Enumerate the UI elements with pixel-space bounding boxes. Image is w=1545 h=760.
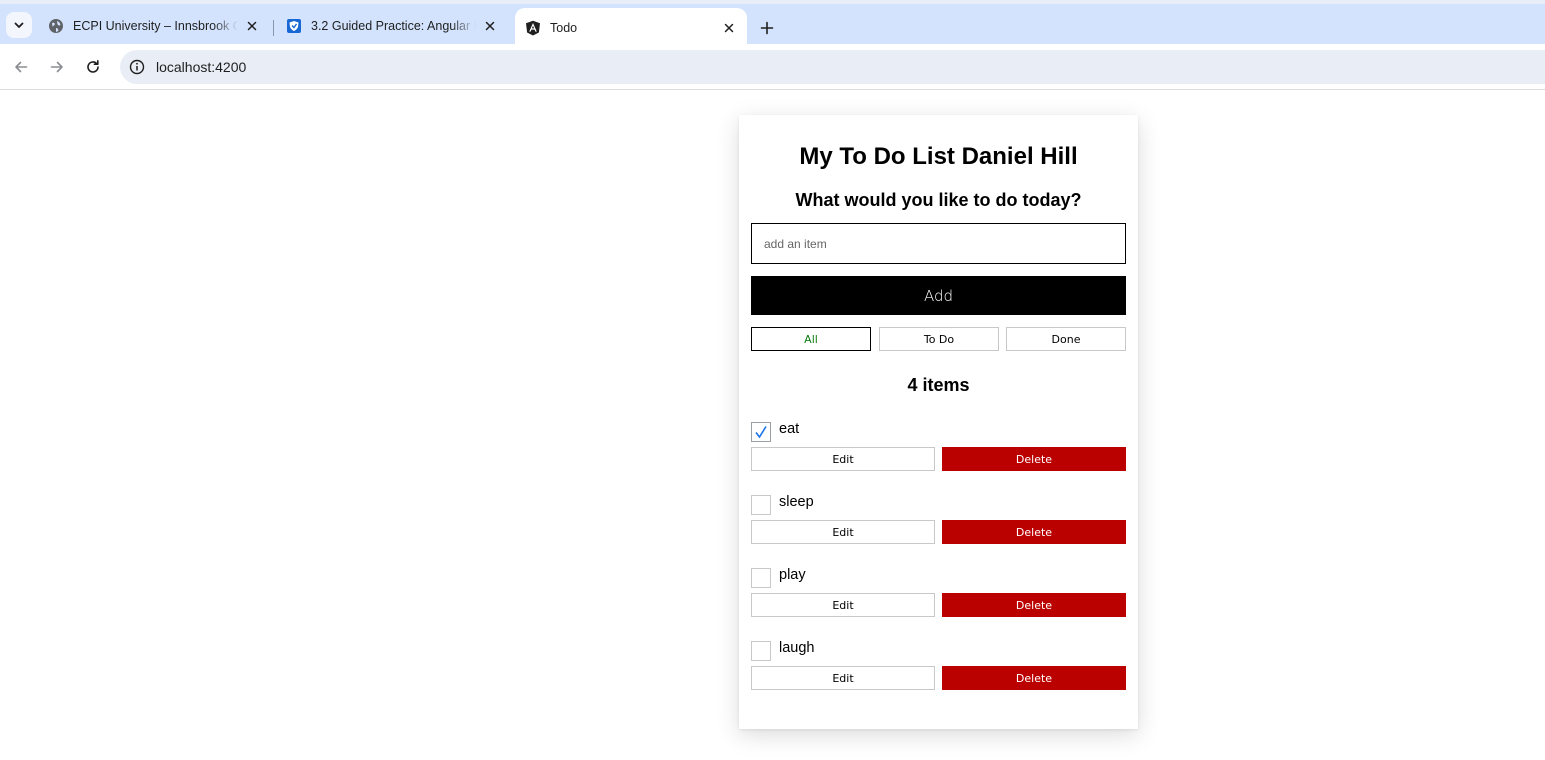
filter-done-button[interactable]: Done [1006, 327, 1126, 351]
delete-button[interactable]: Delete [942, 593, 1126, 617]
info-icon[interactable] [128, 58, 146, 76]
browser-toolbar: localhost:4200 [0, 44, 1545, 90]
arrow-left-icon [15, 61, 28, 73]
add-button[interactable]: Add [751, 276, 1126, 315]
filter-group: All To Do Done [751, 327, 1126, 351]
address-bar[interactable]: localhost:4200 [120, 50, 1545, 84]
item-checkbox[interactable] [751, 641, 771, 661]
item-label: eat [779, 421, 800, 437]
list-item: eat Edit Delete [751, 419, 1126, 471]
item-label: laugh [779, 640, 815, 656]
list-item: sleep Edit Delete [751, 492, 1126, 544]
url-text: localhost:4200 [156, 59, 247, 75]
close-icon[interactable] [721, 20, 737, 36]
tab-search-button[interactable] [6, 12, 32, 38]
add-item-input[interactable] [751, 223, 1126, 264]
filter-todo-button[interactable]: To Do [879, 327, 999, 351]
tab-title: 3.2 Guided Practice: Angular Intro [311, 19, 476, 33]
item-label: sleep [779, 494, 814, 510]
tab-title: ECPI University – Innsbrook Campus [73, 19, 238, 33]
edit-button[interactable]: Edit [751, 447, 935, 471]
close-icon[interactable] [244, 18, 260, 34]
back-button[interactable] [9, 55, 33, 79]
edit-button[interactable]: Edit [751, 666, 935, 690]
item-checkbox[interactable] [751, 495, 771, 515]
item-checkbox[interactable] [751, 568, 771, 588]
delete-button[interactable]: Delete [942, 520, 1126, 544]
checkmark-icon [755, 426, 767, 439]
delete-button[interactable]: Delete [942, 666, 1126, 690]
plus-icon [760, 21, 774, 35]
edit-button[interactable]: Edit [751, 593, 935, 617]
shield-logo-icon [286, 18, 302, 34]
tab-separator [273, 20, 274, 36]
tab-title: Todo [550, 21, 578, 35]
browser-tab-guided-practice[interactable]: 3.2 Guided Practice: Angular Intro [276, 8, 508, 44]
globe-icon [48, 18, 64, 34]
browser-tab-ecpi[interactable]: ECPI University – Innsbrook Campus [38, 8, 270, 44]
filter-all-button[interactable]: All [751, 327, 871, 351]
chevron-down-icon [14, 22, 24, 28]
browser-tab-todo[interactable]: Todo [515, 8, 747, 48]
new-tab-button[interactable] [755, 16, 779, 40]
edit-button[interactable]: Edit [751, 520, 935, 544]
close-icon[interactable] [482, 18, 498, 34]
browser-tab-strip: ECPI University – Innsbrook Campus 3.2 G… [0, 0, 1545, 48]
arrow-right-icon [50, 61, 63, 73]
angular-logo-icon [525, 20, 541, 36]
page-title: My To Do List Daniel Hill [799, 143, 1078, 170]
reload-icon [87, 60, 99, 73]
reload-button[interactable] [81, 55, 105, 79]
delete-button[interactable]: Delete [942, 447, 1126, 471]
item-count: 4 items [907, 375, 970, 395]
item-checkbox[interactable] [751, 422, 771, 442]
list-item: laugh Edit Delete [751, 638, 1126, 690]
todo-card: My To Do List Daniel Hill What would you… [739, 115, 1138, 729]
list-item: play Edit Delete [751, 565, 1126, 617]
forward-button[interactable] [45, 55, 69, 79]
item-label: play [779, 567, 806, 583]
prompt-heading: What would you like to do today? [795, 190, 1082, 210]
